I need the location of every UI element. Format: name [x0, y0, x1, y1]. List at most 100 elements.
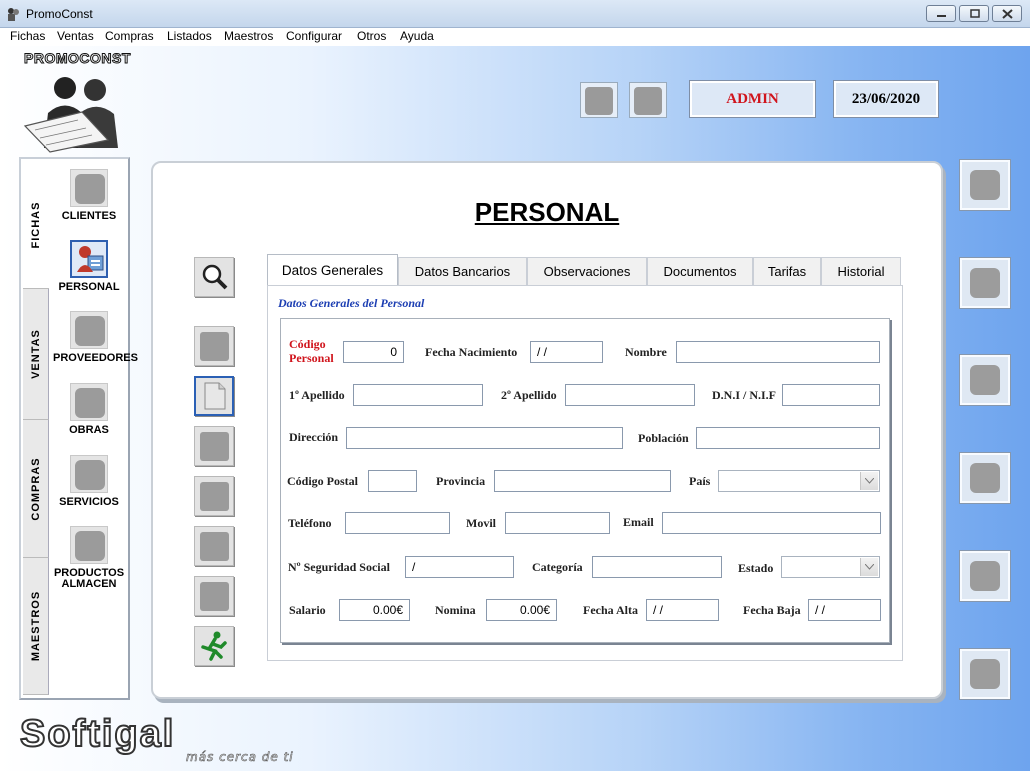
placeholder-icon [970, 170, 1000, 200]
apellido2-label: 2º Apellido [501, 388, 557, 402]
dni-label: D.N.I / N.I.F [712, 388, 777, 402]
tool-button-4[interactable] [194, 526, 234, 566]
codigo-field[interactable]: 0 [343, 341, 404, 363]
tab-content: Datos Generales del Personal Código Pers… [267, 285, 903, 661]
provincia-field[interactable] [494, 470, 671, 492]
clientes-icon [70, 169, 108, 207]
chevron-down-icon [860, 472, 878, 490]
nomina-label: Nomina [435, 603, 476, 617]
seguridad-social-field[interactable]: / [405, 556, 514, 578]
telefono-field[interactable] [345, 512, 450, 534]
promoconst-logo: PROMOCONST [20, 48, 135, 154]
poblacion-field[interactable] [696, 427, 880, 449]
salario-field[interactable]: 0.00€ [339, 599, 410, 621]
sidebar-item-obras[interactable]: OBRAS [53, 383, 125, 436]
pais-select[interactable] [718, 470, 880, 492]
placeholder-icon [970, 659, 1000, 689]
codigo-postal-label: Código Postal [287, 474, 359, 488]
direccion-field[interactable] [346, 427, 623, 449]
logo-text: PROMOCONST [24, 50, 131, 67]
menu-compras[interactable]: Compras [105, 29, 154, 43]
sidebar-item-proveedores[interactable]: PROVEEDORES [53, 311, 138, 364]
right-tool-button-6[interactable] [959, 648, 1011, 700]
sidebar: FICHAS VENTAS COMPRAS MAESTROS CLIENTES … [19, 157, 138, 700]
sidebar-tab-compras[interactable]: COMPRAS [23, 420, 49, 558]
placeholder-icon [200, 482, 229, 511]
tool-button-1[interactable] [194, 326, 234, 366]
search-button[interactable] [194, 257, 234, 297]
tab-tarifas[interactable]: Tarifas [753, 257, 821, 285]
maximize-button[interactable] [959, 5, 989, 22]
sidebar-item-productos-almacen[interactable]: PRODUCTOS ALMACEN [53, 526, 125, 590]
productos-icon [70, 526, 108, 564]
placeholder-icon [634, 87, 662, 115]
minimize-button[interactable] [926, 5, 956, 22]
right-tool-button-1[interactable] [959, 159, 1011, 211]
fecha-alta-field[interactable]: / / [646, 599, 719, 621]
fecha-nacimiento-field[interactable]: / / [530, 341, 603, 363]
softigal-tagline: más cerca de ti [186, 750, 294, 765]
tool-button-5[interactable] [194, 576, 234, 616]
apellido2-field[interactable] [565, 384, 695, 406]
menu-otros[interactable]: Otros [357, 29, 386, 43]
direccion-label: Dirección [289, 430, 339, 444]
categoria-field[interactable] [592, 556, 722, 578]
sidebar-item-personal[interactable]: PERSONAL [53, 240, 125, 293]
placeholder-icon [970, 365, 1000, 395]
pais-label: País [689, 474, 711, 488]
email-label: Email [623, 515, 654, 529]
placeholder-icon [200, 432, 229, 461]
apellido1-field[interactable] [353, 384, 483, 406]
menu-configurar[interactable]: Configurar [286, 29, 342, 43]
right-tool-button-5[interactable] [959, 550, 1011, 602]
tab-datos-generales[interactable]: Datos Generales [267, 254, 398, 286]
menu-maestros[interactable]: Maestros [224, 29, 273, 43]
section-heading: Datos Generales del Personal [278, 296, 425, 310]
tab-historial[interactable]: Historial [821, 257, 901, 285]
telefono-label: Teléfono [288, 516, 332, 530]
menu-listados[interactable]: Listados [167, 29, 212, 43]
nombre-field[interactable] [676, 341, 880, 363]
top-tool-button-2[interactable] [629, 82, 667, 118]
close-icon [1002, 9, 1013, 19]
nomina-field[interactable]: 0.00€ [486, 599, 557, 621]
movil-field[interactable] [505, 512, 610, 534]
placeholder-icon [970, 268, 1000, 298]
sidebar-item-clientes[interactable]: CLIENTES [53, 169, 125, 222]
running-man-exit-icon [201, 631, 227, 661]
placeholder-icon [200, 532, 229, 561]
email-field[interactable] [662, 512, 881, 534]
tool-button-3[interactable] [194, 476, 234, 516]
new-record-button[interactable] [194, 376, 234, 416]
dni-field[interactable] [782, 384, 880, 406]
placeholder-icon [970, 561, 1000, 591]
menu-ventas[interactable]: Ventas [57, 29, 94, 43]
estado-select[interactable] [781, 556, 880, 578]
right-tool-button-4[interactable] [959, 452, 1011, 504]
exit-button[interactable] [194, 626, 234, 666]
sidebar-item-servicios[interactable]: SERVICIOS [53, 455, 125, 508]
sidebar-tab-fichas[interactable]: FICHAS [23, 161, 49, 289]
fecha-alta-label: Fecha Alta [583, 603, 638, 617]
salario-label: Salario [289, 603, 326, 617]
minimize-icon [937, 15, 946, 17]
tab-observaciones[interactable]: Observaciones [527, 257, 647, 285]
sidebar-tab-maestros[interactable]: MAESTROS [23, 558, 49, 695]
restore-icon [970, 9, 980, 18]
fecha-baja-field[interactable]: / / [808, 599, 881, 621]
magnifier-icon [202, 264, 228, 290]
menu-fichas[interactable]: Fichas [10, 29, 45, 43]
right-tool-button-2[interactable] [959, 257, 1011, 309]
tool-button-2[interactable] [194, 426, 234, 466]
personal-icon [70, 240, 108, 278]
menu-ayuda[interactable]: Ayuda [400, 29, 434, 43]
date-indicator: 23/06/2020 [833, 80, 939, 118]
movil-label: Movil [466, 516, 496, 530]
top-tool-button-1[interactable] [580, 82, 618, 118]
codigo-postal-field[interactable] [368, 470, 417, 492]
right-tool-button-3[interactable] [959, 354, 1011, 406]
tab-documentos[interactable]: Documentos [647, 257, 753, 285]
close-button[interactable] [992, 5, 1022, 22]
tab-datos-bancarios[interactable]: Datos Bancarios [398, 257, 527, 285]
sidebar-tab-ventas[interactable]: VENTAS [23, 289, 49, 420]
